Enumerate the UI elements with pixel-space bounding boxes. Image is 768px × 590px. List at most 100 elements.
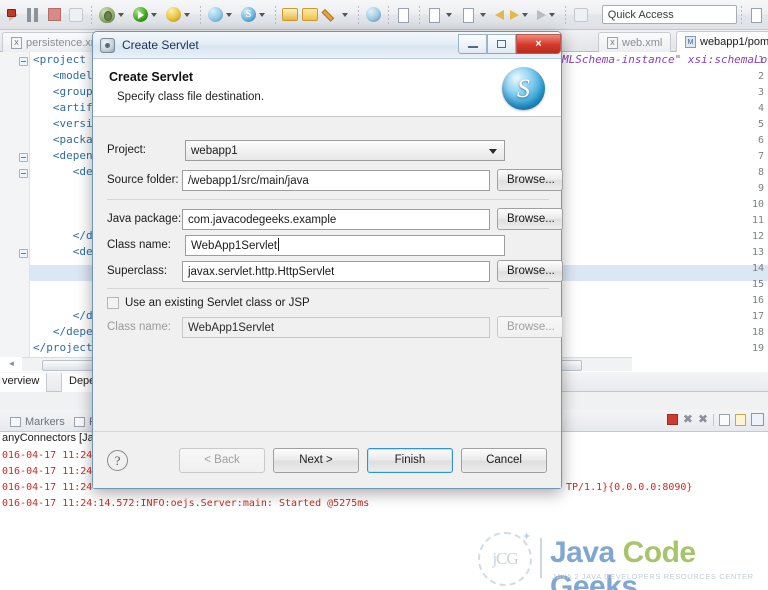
console-line-right-fragment: TP/1.1}{0.0.0.0:8090}: [566, 482, 693, 493]
existing-class-name-label: Class name:: [107, 321, 171, 333]
class-name-label: Class name:: [107, 239, 171, 251]
pin-console-icon[interactable]: [751, 413, 764, 426]
source-folder-input[interactable]: /webapp1/src/main/java: [181, 169, 490, 191]
existing-class-name-browse-button: Browse...: [496, 316, 564, 338]
perspective-icon[interactable]: [746, 3, 768, 27]
editor-tab-label: webapp1/pom: [700, 36, 768, 48]
java-code-geeks-watermark: jCG ✦ Java Code Geeks JAVA 2 JAVA DEVELO…: [478, 530, 768, 590]
editor-tab-webapp1-pom[interactable]: M webapp1/pom: [676, 31, 768, 52]
wizard-buttons: < Back Next > Finish Cancel: [179, 447, 547, 473]
fold-toggle-icon[interactable]: [19, 169, 28, 178]
last-edit-location-icon[interactable]: [570, 3, 592, 27]
view-tab-markers[interactable]: Markers: [4, 413, 71, 431]
toolbar-separator: [741, 5, 743, 24]
screen: Quick Access X persistence.xml X web.xml…: [0, 0, 768, 590]
new-java-project-icon[interactable]: [393, 3, 415, 27]
view-tab-label: Markers: [25, 416, 65, 428]
existing-class-name-row: Class name: WebApp1Servlet Browse...: [93, 316, 564, 338]
class-name-input[interactable]: WebApp1Servlet: [185, 234, 505, 256]
sparkle-icon: ✦: [522, 531, 532, 543]
console-line: 016-04-17 11:24:14.572:INFO:oejs.Server:…: [2, 498, 370, 509]
editor-tab-web-xml[interactable]: X web.xml: [598, 32, 672, 52]
next-button[interactable]: Next >: [273, 447, 359, 473]
scroll-left-icon[interactable]: ◄: [4, 359, 19, 371]
code-line: </project>: [33, 341, 100, 354]
run-coverage-icon[interactable]: [163, 3, 196, 27]
display-selected-console-icon[interactable]: [719, 413, 730, 426]
line-number: 19: [751, 343, 764, 354]
console-line: 016-04-17 11:24: [2, 482, 93, 493]
remove-launch-icon[interactable]: ✖: [683, 413, 693, 425]
back-icon[interactable]: [492, 3, 507, 27]
source-folder-browse-button[interactable]: Browse...: [496, 169, 564, 191]
line-number: 4: [757, 103, 764, 114]
stop-icon[interactable]: [44, 3, 65, 27]
toolbar-separator: [418, 5, 420, 24]
finish-button[interactable]: Finish: [367, 447, 453, 473]
java-package-browse-button[interactable]: Browse...: [496, 208, 564, 230]
fold-toggle-icon[interactable]: [19, 57, 28, 66]
superclass-input[interactable]: javax.servlet.http.HttpServlet: [181, 260, 490, 282]
fold-toggle-icon[interactable]: [19, 153, 28, 162]
maximize-button[interactable]: [487, 33, 516, 54]
server-icon[interactable]: [238, 3, 271, 27]
step-icon[interactable]: [65, 3, 87, 27]
cancel-button[interactable]: Cancel: [461, 447, 547, 473]
forward-icon[interactable]: [507, 3, 534, 27]
pause-icon[interactable]: [23, 3, 44, 27]
next-annotation-icon[interactable]: [534, 3, 561, 27]
use-existing-servlet-checkbox-row[interactable]: Use an existing Servlet class or JSP: [107, 297, 310, 309]
project-combobox[interactable]: webapp1: [185, 139, 505, 161]
wizard-logo-letter: S: [517, 73, 530, 103]
quick-access-input[interactable]: Quick Access: [601, 5, 738, 24]
close-button[interactable]: ×: [516, 33, 561, 54]
create-servlet-dialog: Create Servlet × Create Servlet Specify …: [92, 31, 564, 489]
new-java-class-icon[interactable]: [424, 3, 458, 27]
dialog-subheading: Specify class file destination.: [117, 91, 265, 103]
superclass-browse-button[interactable]: Browse...: [496, 260, 564, 282]
line-number: 18: [751, 327, 764, 338]
web-browser-icon[interactable]: [363, 3, 384, 27]
xml-file-icon: X: [607, 36, 618, 49]
line-number: 3: [757, 87, 764, 98]
fold-toggle-icon[interactable]: [19, 249, 28, 258]
use-existing-servlet-checkbox[interactable]: [107, 297, 119, 309]
watermark-title-part2: Code: [622, 536, 697, 569]
new-annotation-icon[interactable]: [320, 3, 354, 27]
class-name-value: WebApp1Servlet: [191, 239, 278, 252]
toolbar-separator: [274, 5, 276, 24]
debug-icon[interactable]: [96, 3, 130, 27]
dialog-titlebar[interactable]: Create Servlet ×: [93, 32, 561, 59]
dialog-footer: ? < Back Next > Finish Cancel: [93, 431, 561, 488]
maven-file-icon: M: [685, 36, 696, 48]
line-number: 10: [751, 199, 764, 210]
dialog-title: Create Servlet: [122, 38, 199, 52]
watermark-divider: [540, 538, 542, 578]
console-control-bar: ✖ ✖: [666, 413, 764, 426]
run-icon[interactable]: [130, 3, 163, 27]
remove-all-launches-icon[interactable]: ✖: [698, 413, 708, 425]
line-number: 15: [751, 279, 764, 290]
terminate-icon[interactable]: [666, 414, 678, 425]
new-package-icon[interactable]: [458, 3, 492, 27]
open-resource-icon[interactable]: [300, 3, 320, 27]
java-package-label: Java package:: [107, 213, 182, 225]
open-type-icon[interactable]: [280, 3, 300, 27]
line-number: 17: [751, 311, 764, 322]
minimize-button[interactable]: [458, 33, 487, 54]
java-package-row: Java package: com.javacodegeeks.example …: [93, 208, 564, 230]
java-package-input[interactable]: com.javacodegeeks.example: [181, 208, 490, 230]
help-icon[interactable]: ?: [107, 449, 128, 471]
dialog-heading: Create Servlet: [109, 70, 194, 84]
toolbar-separator: [199, 5, 201, 24]
scroll-lock-icon[interactable]: [735, 413, 746, 426]
project-value: webapp1: [191, 144, 238, 157]
new-server-icon[interactable]: [205, 3, 238, 27]
control-separator: [713, 413, 714, 426]
line-number: 9: [757, 183, 764, 194]
code-line: <project x: [33, 53, 100, 66]
console-line: 016-04-17 11:24: [2, 450, 93, 461]
line-number: 12: [751, 231, 764, 242]
editor-page-tab-overview[interactable]: verview: [0, 373, 48, 392]
servlet-wizard-logo-icon: S: [502, 67, 545, 110]
